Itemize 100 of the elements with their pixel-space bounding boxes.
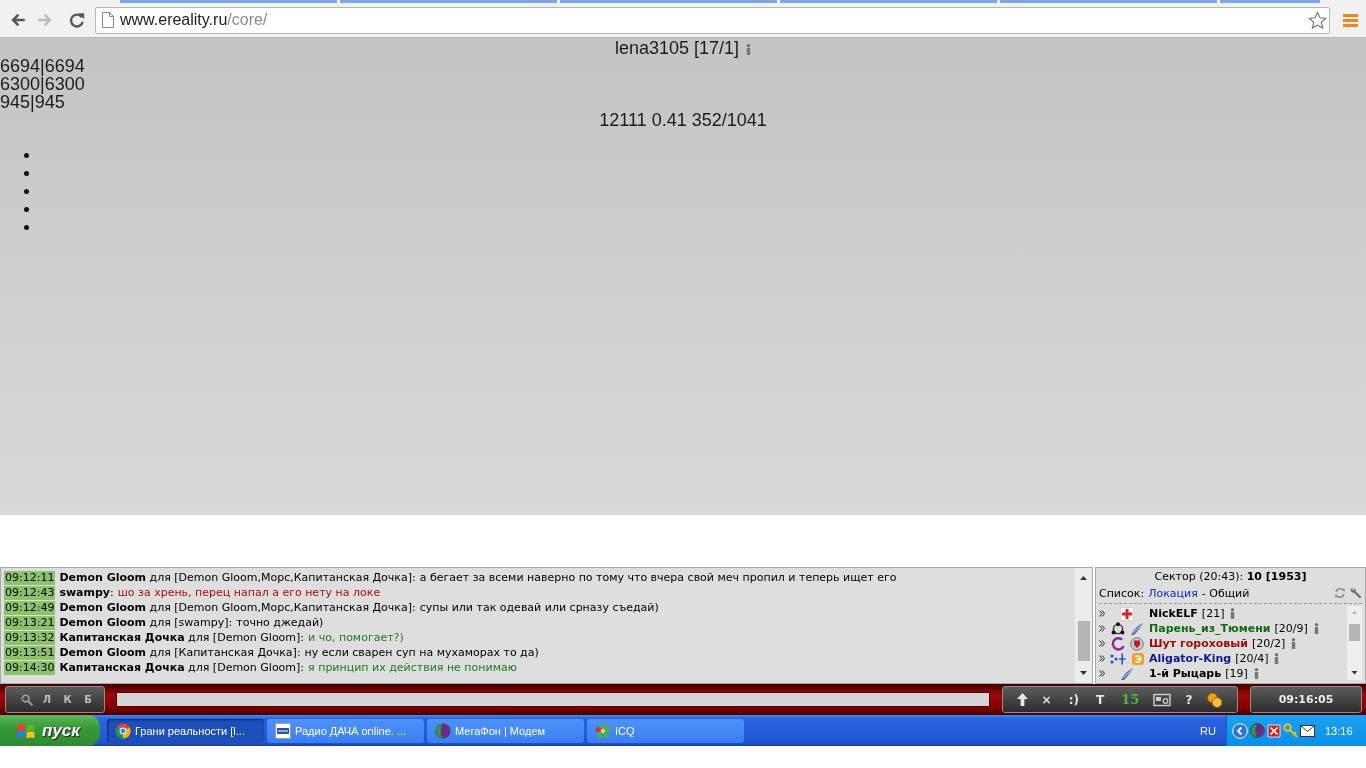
player-rank: [20/2] <box>1251 637 1286 650</box>
info-icon[interactable] <box>1291 638 1297 649</box>
bullet-icon <box>24 206 29 212</box>
tool-button[interactable]: ? <box>1182 692 1196 707</box>
refresh-icon[interactable] <box>1334 587 1346 599</box>
tool-button[interactable]: :) <box>1065 692 1082 707</box>
player-name[interactable]: Парень_из_Тюмени <box>1149 622 1271 635</box>
sector-title: Сектор (20:43): 10 [1953] <box>1154 570 1307 583</box>
stat-value: 6694|6694 <box>0 57 85 75</box>
chat-input[interactable] <box>116 692 990 707</box>
star-icon[interactable] <box>1308 10 1327 30</box>
tool-button[interactable]: Б <box>81 694 95 705</box>
chat-message: ну если сварен суп на мухаморах то да) <box>304 646 539 659</box>
info-icon[interactable] <box>1313 623 1319 634</box>
timestamp: 09:12:11 <box>4 570 56 585</box>
chat-sender: Demon Gloom для [Капитанская Дочка]: <box>59 646 301 659</box>
tool-button[interactable]: Л <box>39 694 54 705</box>
double-chevron-icon[interactable] <box>1099 625 1105 632</box>
chat-sender: swampy: <box>59 586 114 599</box>
player-name[interactable]: Aligator-King <box>1149 652 1232 665</box>
timestamp: 09:13:21 <box>4 615 56 630</box>
page-icon <box>101 12 115 28</box>
double-chevron-icon[interactable] <box>1099 670 1105 677</box>
chat-message: я принцип их действия не понимаю <box>308 661 517 674</box>
timestamp: 09:12:43 <box>4 585 56 600</box>
dots-icon <box>1109 651 1126 666</box>
chat-message: шо за хрень, перец напал а его нету на локе <box>117 586 381 599</box>
coins-icon[interactable] <box>1206 691 1224 708</box>
chat-message: и чо, помогает?) <box>308 631 404 644</box>
chat-message: точно джедай) <box>236 616 324 629</box>
chat-message: супы или так одевай или срназу съедай) <box>419 601 659 614</box>
chevron-icon[interactable] <box>1232 722 1248 739</box>
player-name[interactable]: NickELF <box>1149 607 1198 620</box>
list-filter: - Общий <box>1201 586 1250 600</box>
ring-icon <box>1110 621 1125 636</box>
chat-sender: Demon Gloom для [swampy]: <box>59 616 233 629</box>
menu-icon[interactable] <box>1343 12 1358 28</box>
info-icon[interactable] <box>746 44 752 55</box>
chat-sender: Капитанская Дочка для [Demon Gloom]: <box>59 661 305 674</box>
tool-button[interactable]: К <box>60 694 75 705</box>
globe-icon[interactable] <box>1250 723 1265 738</box>
scrollbar[interactable] <box>1075 568 1092 683</box>
info-icon[interactable] <box>1253 668 1259 679</box>
tray-clock: 13:16 <box>1325 724 1353 737</box>
globe-icon <box>435 722 451 739</box>
player-rank: [20/9] <box>1274 622 1308 635</box>
double-chevron-icon[interactable] <box>1099 640 1105 647</box>
chrome-icon <box>115 722 131 739</box>
double-chevron-icon[interactable] <box>1099 610 1105 617</box>
taskbar-button[interactable]: МегаФон | Модем <box>427 718 584 743</box>
envelope-icon[interactable] <box>1300 724 1315 737</box>
radio-logo-icon <box>275 722 291 739</box>
timestamp: 09:13:51 <box>4 645 56 660</box>
stat-value: 945|945 <box>0 93 65 111</box>
shield-icon <box>1129 636 1144 651</box>
flag-icon <box>16 721 37 740</box>
tool-button[interactable]: × <box>1038 692 1055 707</box>
timestamp: 09:12:49 <box>4 600 56 615</box>
clock: 09:16:05 <box>1278 693 1334 706</box>
back-arrow-icon <box>9 11 27 29</box>
language-indicator[interactable]: RU <box>1200 724 1216 737</box>
scrollbar[interactable] <box>1347 606 1362 680</box>
tool-button[interactable]: T <box>1093 692 1108 707</box>
photo-icon[interactable] <box>1153 692 1172 707</box>
bullet-icon <box>24 152 29 158</box>
coin-icon <box>1130 651 1145 666</box>
taskbar-button[interactable]: Грани реальности [l... <box>107 718 264 743</box>
info-icon[interactable] <box>1274 653 1280 664</box>
player-name: lena3105 [17/1] <box>614 39 740 57</box>
search-icon[interactable] <box>21 693 34 706</box>
chat-sender: Капитанская Дочка для [Demon Gloom]: <box>59 631 305 644</box>
taskbar-button[interactable]: Радио ДАЧА online. ... <box>267 718 424 743</box>
taskbar-button[interactable]: ICQ <box>587 718 744 743</box>
crescent-icon <box>1110 636 1125 651</box>
feather-icon <box>1120 666 1134 681</box>
player-name[interactable]: 1-й Рыцарь <box>1149 667 1222 680</box>
player-rank: [20/4] <box>1235 652 1269 665</box>
stat-value: 6300|6300 <box>0 75 85 93</box>
info-icon[interactable] <box>1230 608 1236 619</box>
up-arrow-icon[interactable] <box>1016 693 1028 706</box>
timestamp: 09:14:30 <box>4 660 56 675</box>
wrench-icon[interactable] <box>1350 587 1362 599</box>
flower-icon <box>595 722 611 739</box>
tool-button[interactable]: 15 <box>1118 692 1143 707</box>
player-rank: [19] <box>1225 667 1248 680</box>
location-link[interactable]: Локация <box>1148 586 1198 600</box>
double-chevron-icon[interactable] <box>1099 655 1105 662</box>
player-rank: [21] <box>1201 607 1225 620</box>
timestamp: 09:13:32 <box>4 630 56 645</box>
cross-mark-icon[interactable] <box>1267 723 1281 738</box>
chat-message: а бегает за всеми наверно по тому что вчера свой меч пропил и теперь ищет его <box>419 571 897 584</box>
bullet-icon <box>24 170 29 176</box>
summary-stats: 12111 0.41 352/1041 <box>599 111 767 129</box>
start-button[interactable]: пуск <box>0 715 100 746</box>
bullet-icon <box>24 188 29 194</box>
list-label: Список: <box>1099 586 1145 600</box>
chat-sender: Demon Gloom для [Demon Gloom,Морс,Капитанская Дочка]: <box>59 571 416 584</box>
chat-sender: Demon Gloom для [Demon Gloom,Морс,Капитанская Дочка]: <box>59 601 416 614</box>
player-name[interactable]: Шут гороховый <box>1149 637 1248 650</box>
address-field[interactable]: www.ereality.ru/core/ <box>95 6 1330 34</box>
